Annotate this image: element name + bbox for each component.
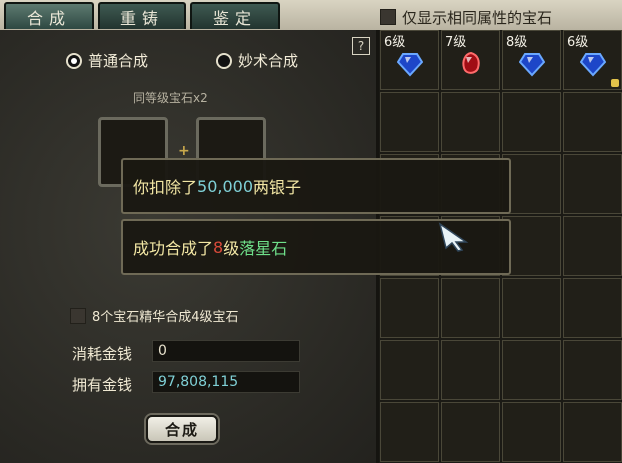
inventory-slot[interactable]: 8级 [502,30,561,90]
inventory-slot[interactable] [380,278,439,338]
essence-label: 8个宝石精华合成4级宝石 [92,310,239,325]
deduct-message: 你扣除了 50,000 两银子 [121,158,511,214]
slot-subtitle: 同等级宝石x2 [133,91,208,105]
deduct-suffix: 两银子 [253,178,302,197]
inventory-slot[interactable] [563,278,622,338]
owned-label: 拥有金钱 [72,376,133,394]
help-button[interactable]: ? [352,37,370,55]
essence-option[interactable]: 8个宝石精华合成4级宝石 [70,306,239,325]
tab-recast-label: 重铸 [119,8,164,28]
inventory-slot[interactable]: 6级 [563,30,622,90]
inventory-slot[interactable] [502,402,561,462]
compose-button[interactable]: 合成 [146,415,218,443]
lock-icon [611,79,619,87]
inventory-slot[interactable] [563,216,622,276]
deduct-amount: 50,000 [197,176,253,196]
inventory-slot[interactable] [380,402,439,462]
filter-checkbox[interactable] [380,9,396,25]
tab-identify-label: 鉴定 [212,8,257,28]
inventory-slot[interactable] [502,92,561,152]
gem-level-label: 8级 [506,35,528,50]
success-gem-name: 落星石 [239,239,288,258]
radio-special-icon[interactable] [216,52,232,69]
mode-normal[interactable]: 普通合成 [66,50,148,71]
essence-checkbox[interactable] [70,307,86,324]
inventory-slot[interactable] [563,402,622,462]
inventory-slot[interactable] [563,154,622,214]
tab-compose[interactable]: 合成 [4,2,94,29]
cost-value: 0 [152,340,300,362]
inventory-slot[interactable] [563,92,622,152]
cursor-icon [438,222,469,252]
deduct-prefix: 你扣除了 [133,178,198,197]
filter-label: 仅显示相同属性的宝石 [402,8,553,27]
inventory-slot[interactable] [380,92,439,152]
blue-gem-icon [397,53,423,77]
mode-special[interactable]: 妙术合成 [216,50,298,71]
inventory-slot[interactable] [441,340,500,400]
inventory-slot[interactable] [502,340,561,400]
tab-compose-label: 合成 [26,8,71,28]
gem-level-label: 6级 [567,35,589,50]
red-gem-icon [462,51,480,74]
inventory-slot[interactable]: 6级 [380,30,439,90]
success-level: 8 [213,237,224,257]
radio-normal-icon[interactable] [66,52,82,69]
gem-level-label: 6级 [384,35,406,50]
inventory-slot[interactable] [502,278,561,338]
mode-special-label: 妙术合成 [238,52,299,70]
success-prefix: 成功合成了 [133,239,214,258]
gem-level-label: 7级 [445,35,467,50]
tab-identify[interactable]: 鉴定 [190,2,280,29]
success-mid: 级 [223,239,240,258]
inventory-slot[interactable] [380,340,439,400]
same-attribute-filter[interactable]: 仅显示相同属性的宝石 [380,6,552,28]
cost-label: 消耗金钱 [72,345,133,363]
inventory-slot[interactable] [441,402,500,462]
inventory-slot[interactable] [441,278,500,338]
owned-value: 97,808,115 [152,371,300,393]
blue-gem-icon [519,53,545,77]
tab-recast[interactable]: 重铸 [98,2,186,29]
inventory-slot[interactable] [441,92,500,152]
inventory-slot[interactable] [563,340,622,400]
blue-gem-icon [580,53,606,77]
inventory-slot[interactable]: 7级 [441,30,500,90]
plus-icon: + [178,143,190,159]
mode-normal-label: 普通合成 [88,52,149,70]
